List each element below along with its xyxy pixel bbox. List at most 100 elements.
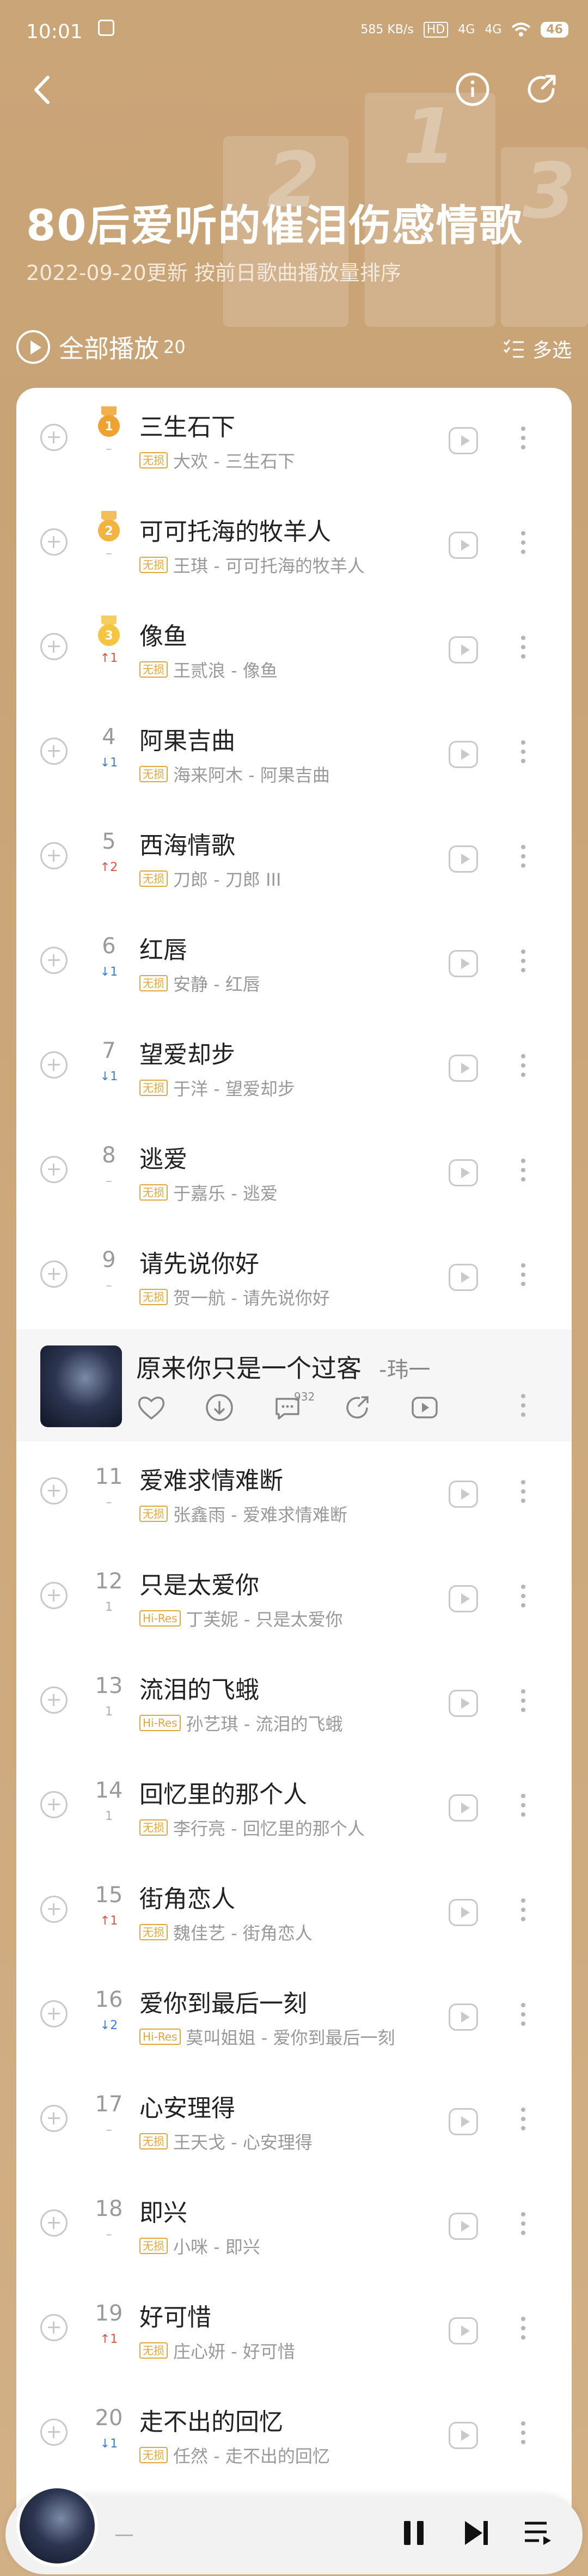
song-row[interactable]: 16 ↓2 爱你到最后一刻 Hi-Res 莫叫姐姐 - 爱你到最后一刻 xyxy=(16,1964,572,2069)
heart-icon[interactable] xyxy=(136,1392,167,1423)
album-cover[interactable] xyxy=(40,1345,122,1427)
song-row[interactable]: 13 1 流泪的飞蛾 Hi-Res 孙艺琪 - 流泪的飞蛾 xyxy=(16,1651,572,1755)
more-icon[interactable] xyxy=(515,841,531,879)
song-row[interactable]: 3 ↑1 像鱼 无损 王贰浪 - 像鱼 xyxy=(16,597,572,702)
song-row[interactable]: 20 ↓1 走不出的回忆 无损 任然 - 走不出的回忆 xyxy=(16,2383,572,2487)
more-icon[interactable] xyxy=(515,1790,531,1828)
add-icon[interactable] xyxy=(40,1791,68,1818)
now-playing-title: — xyxy=(114,2523,134,2545)
mv-play-icon[interactable] xyxy=(449,741,478,768)
next-icon[interactable] xyxy=(460,2517,492,2549)
more-icon[interactable] xyxy=(515,2417,531,2456)
more-icon[interactable] xyxy=(515,736,531,775)
expanded-song-row[interactable]: 原来你只是一个过客 -玮一 932 xyxy=(16,1329,572,1441)
add-icon[interactable] xyxy=(40,2105,68,2132)
song-row[interactable]: 8 – 逃爱 无损 于嘉乐 - 逃爱 xyxy=(16,1120,572,1225)
add-icon[interactable] xyxy=(40,2000,68,2027)
info-icon[interactable] xyxy=(453,70,492,109)
download-icon[interactable] xyxy=(204,1392,235,1423)
song-row[interactable]: 18 – 即兴 无损 小咪 - 即兴 xyxy=(16,2173,572,2278)
song-row[interactable]: 1 – 三生石下 无损 大欢 - 三生石下 xyxy=(16,388,572,492)
add-icon[interactable] xyxy=(40,633,68,660)
add-icon[interactable] xyxy=(40,2419,68,2446)
mv-play-icon[interactable] xyxy=(449,1794,478,1822)
song-row[interactable]: 12 1 只是太爱你 Hi-Res 丁芙妮 - 只是太爱你 xyxy=(16,1546,572,1651)
add-icon[interactable] xyxy=(40,1477,68,1505)
artist-album: 庄心妍 - 好可惜 xyxy=(173,2341,295,2362)
add-icon[interactable] xyxy=(40,2314,68,2341)
mv-play-icon[interactable] xyxy=(449,532,478,559)
mv-play-icon[interactable] xyxy=(449,845,478,873)
song-row[interactable]: 5 ↑2 西海情歌 无损 刀郎 - 刀郎 III xyxy=(16,806,572,911)
song-row[interactable]: 4 ↓1 阿果吉曲 无损 海来阿木 - 阿果吉曲 xyxy=(16,702,572,806)
mv-play-icon[interactable] xyxy=(449,950,478,977)
rank-number: 13 xyxy=(95,1673,123,1698)
song-row[interactable]: 2 – 可可托海的牧羊人 无损 王琪 - 可可托海的牧羊人 xyxy=(16,492,572,597)
share-icon[interactable] xyxy=(342,1392,372,1423)
mv-play-icon[interactable] xyxy=(449,1055,478,1082)
add-icon[interactable] xyxy=(40,947,68,974)
song-row[interactable]: 19 ↑1 好可惜 无损 庄心妍 - 好可惜 xyxy=(16,2278,572,2383)
playlist-icon[interactable] xyxy=(522,2517,554,2549)
song-row[interactable]: 15 ↑1 街角恋人 无损 魏佳艺 - 街角恋人 xyxy=(16,1860,572,1964)
pause-icon[interactable] xyxy=(397,2517,430,2549)
add-icon[interactable] xyxy=(40,424,68,451)
mv-play-icon[interactable] xyxy=(449,636,478,663)
multi-select-button[interactable]: 多选 xyxy=(503,334,572,363)
more-icon[interactable] xyxy=(515,2313,531,2351)
more-icon[interactable] xyxy=(515,1999,531,2037)
mv-play-icon[interactable] xyxy=(449,2213,478,2240)
mv-play-icon[interactable] xyxy=(449,2317,478,2344)
song-row[interactable]: 14 1 回忆里的那个人 无损 李行亮 - 回忆里的那个人 xyxy=(16,1755,572,1860)
more-icon[interactable] xyxy=(515,1895,531,1933)
add-icon[interactable] xyxy=(40,1051,68,1079)
artist-album: 任然 - 走不出的回忆 xyxy=(173,2446,330,2467)
more-icon[interactable] xyxy=(515,1155,531,1193)
quality-badge: 无损 xyxy=(139,1289,168,1305)
more-icon[interactable] xyxy=(515,1685,531,1724)
more-icon[interactable] xyxy=(515,2208,531,2246)
add-icon[interactable] xyxy=(40,528,68,556)
back-icon[interactable] xyxy=(24,71,62,109)
mv-play-icon[interactable] xyxy=(449,2003,478,2031)
add-icon[interactable] xyxy=(40,1686,68,1714)
more-icon[interactable] xyxy=(515,946,531,984)
song-row[interactable]: 11 – 爱难求情难断 无损 张鑫雨 - 爱难求情难断 xyxy=(16,1441,572,1546)
song-row[interactable]: 9 – 请先说你好 无损 贺一航 - 请先说你好 xyxy=(16,1225,572,1329)
add-icon[interactable] xyxy=(40,738,68,765)
mv-play-icon[interactable] xyxy=(449,1585,478,1612)
mini-player[interactable]: — xyxy=(5,2485,583,2574)
mv-play-icon[interactable] xyxy=(449,2108,478,2135)
add-icon[interactable] xyxy=(40,842,68,869)
mv-play-icon[interactable] xyxy=(449,1159,478,1186)
more-icon[interactable] xyxy=(515,1259,531,1298)
more-icon[interactable] xyxy=(515,1050,531,1088)
mv-play-icon[interactable] xyxy=(409,1392,440,1423)
add-icon[interactable] xyxy=(40,1582,68,1609)
share-icon[interactable] xyxy=(522,70,561,109)
mv-play-icon[interactable] xyxy=(449,2422,478,2449)
add-icon[interactable] xyxy=(40,1896,68,1923)
add-icon[interactable] xyxy=(40,1156,68,1183)
song-row[interactable]: 17 – 心安理得 无损 王天戈 - 心安理得 xyxy=(16,2069,572,2173)
mv-play-icon[interactable] xyxy=(449,1690,478,1717)
artist-album: 于嘉乐 - 逃爱 xyxy=(173,1183,278,1204)
add-icon[interactable] xyxy=(40,1260,68,1288)
mv-play-icon[interactable] xyxy=(449,427,478,454)
more-icon[interactable] xyxy=(515,1390,531,1428)
mv-play-icon[interactable] xyxy=(449,1899,478,1926)
more-icon[interactable] xyxy=(515,2104,531,2142)
more-icon[interactable] xyxy=(515,423,531,461)
song-row[interactable]: 6 ↓1 红唇 无损 安静 - 红唇 xyxy=(16,911,572,1015)
artist-album: 张鑫雨 - 爱难求情难断 xyxy=(173,1505,347,1525)
more-icon[interactable] xyxy=(515,1581,531,1619)
song-row[interactable]: 7 ↓1 望爱却步 无损 于洋 - 望爱却步 xyxy=(16,1015,572,1120)
more-icon[interactable] xyxy=(515,527,531,565)
now-playing-cover[interactable] xyxy=(16,2485,98,2567)
mv-play-icon[interactable] xyxy=(449,1481,478,1508)
play-all-button[interactable]: 全部播放 20 xyxy=(16,329,186,365)
add-icon[interactable] xyxy=(40,2209,68,2237)
more-icon[interactable] xyxy=(515,1476,531,1514)
more-icon[interactable] xyxy=(515,632,531,670)
mv-play-icon[interactable] xyxy=(449,1264,478,1291)
